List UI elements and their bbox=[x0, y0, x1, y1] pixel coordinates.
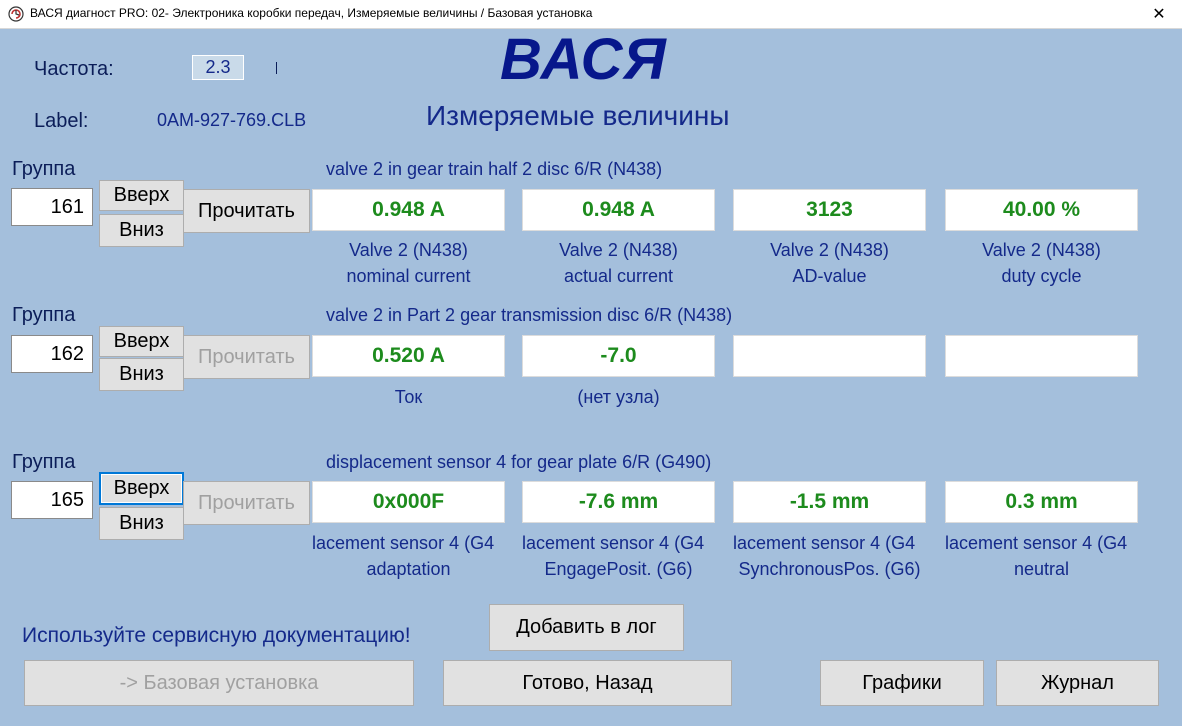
value-field: -7.0 bbox=[522, 335, 715, 377]
value-caption: lacement sensor 4 (G4 SynchronousPos. (G… bbox=[733, 530, 926, 582]
value-field: -7.6 mm bbox=[522, 481, 715, 523]
group-label: Группа bbox=[12, 304, 76, 326]
title-bar: ВАСЯ диагност PRO: 02- Электроника короб… bbox=[0, 0, 1182, 29]
frequency-value: 2.3 bbox=[192, 55, 244, 80]
group-up-button[interactable]: Вверх bbox=[99, 472, 184, 505]
caption-line: SynchronousPos. (G6) bbox=[738, 559, 921, 579]
page-title: Измеряемые величины bbox=[426, 100, 730, 131]
value-caption: lacement sensor 4 (G4 neutral bbox=[945, 530, 1138, 582]
caption-line: duty cycle bbox=[1001, 266, 1082, 286]
app-icon bbox=[8, 6, 24, 22]
group-title: displacement sensor 4 for gear plate 6/R… bbox=[326, 452, 712, 472]
window-title: ВАСЯ диагност PRO: 02- Электроника короб… bbox=[30, 6, 593, 20]
caption-line: nominal current bbox=[346, 266, 471, 286]
value-field: -1.5 mm bbox=[733, 481, 926, 523]
group-title: valve 2 in gear train half 2 disc 6/R (N… bbox=[326, 159, 663, 179]
value-field: 0.3 mm bbox=[945, 481, 1138, 523]
done-back-button[interactable]: Готово, Назад bbox=[443, 660, 732, 706]
group-number-input[interactable]: 162 bbox=[11, 335, 93, 373]
graphs-button[interactable]: Графики bbox=[820, 660, 984, 706]
read-button[interactable]: Прочитать bbox=[183, 335, 310, 379]
caption-line: Ток bbox=[394, 387, 423, 407]
caption-line: Valve 2 (N438) bbox=[559, 240, 678, 260]
value-caption: lacement sensor 4 (G4 adaptation bbox=[312, 530, 505, 582]
caption-line: adaptation bbox=[366, 559, 451, 579]
label-caption: Label: bbox=[34, 110, 89, 132]
basic-setting-button[interactable]: -> Базовая установка bbox=[24, 660, 414, 706]
value-field: 0.948 A bbox=[312, 189, 505, 231]
journal-button[interactable]: Журнал bbox=[996, 660, 1159, 706]
value-field: 0.520 A bbox=[312, 335, 505, 377]
read-button[interactable]: Прочитать bbox=[183, 189, 310, 233]
value-caption: (нет узла) bbox=[522, 384, 715, 436]
value-field: 40.00 % bbox=[945, 189, 1138, 231]
group-title: valve 2 in Part 2 gear transmission disc… bbox=[326, 305, 733, 325]
group-up-button[interactable]: Вверх bbox=[99, 180, 184, 211]
group-down-button[interactable]: Вниз bbox=[99, 214, 184, 247]
value-caption: Ток bbox=[312, 384, 505, 436]
value-field: 3123 bbox=[733, 189, 926, 231]
read-button[interactable]: Прочитать bbox=[183, 481, 310, 525]
caption-line: lacement sensor 4 (G4 bbox=[945, 533, 1128, 553]
value-field bbox=[945, 335, 1138, 377]
value-caption: Valve 2 (N438) nominal current bbox=[312, 237, 505, 289]
caption-line: Valve 2 (N438) bbox=[982, 240, 1101, 260]
value-caption: lacement sensor 4 (G4 EngagePosit. (G6) bbox=[522, 530, 715, 582]
service-doc-note: Используйте сервисную документацию! bbox=[22, 624, 411, 647]
value-field: 0x000F bbox=[312, 481, 505, 523]
group-label: Группа bbox=[12, 451, 76, 473]
group-down-button[interactable]: Вниз bbox=[99, 358, 184, 391]
caption-line: lacement sensor 4 (G4 bbox=[522, 533, 705, 553]
caption-line: Valve 2 (N438) bbox=[770, 240, 889, 260]
caption-line: Valve 2 (N438) bbox=[349, 240, 468, 260]
group-up-button[interactable]: Вверх bbox=[99, 326, 184, 357]
add-to-log-button[interactable]: Добавить в лог bbox=[489, 604, 684, 651]
group-label: Группа bbox=[12, 158, 76, 180]
caption-line: (нет узла) bbox=[577, 387, 660, 407]
close-button[interactable]: ✕ bbox=[1136, 0, 1182, 28]
frequency-indicator bbox=[276, 62, 277, 74]
frequency-label: Частота: bbox=[34, 58, 114, 80]
caption-line: lacement sensor 4 (G4 bbox=[733, 533, 916, 553]
label-file: 0AM-927-769.CLB bbox=[157, 110, 307, 130]
app-logo: ВАСЯ bbox=[500, 27, 667, 92]
value-field: 0.948 A bbox=[522, 189, 715, 231]
value-field bbox=[733, 335, 926, 377]
value-caption: Valve 2 (N438) actual current bbox=[522, 237, 715, 289]
group-number-input[interactable]: 161 bbox=[11, 188, 93, 226]
caption-line: neutral bbox=[1013, 559, 1070, 579]
value-caption: Valve 2 (N438) duty cycle bbox=[945, 237, 1138, 289]
group-number-input[interactable]: 165 bbox=[11, 481, 93, 519]
caption-line: EngagePosit. (G6) bbox=[544, 559, 693, 579]
caption-line: AD-value bbox=[792, 266, 867, 286]
caption-line: actual current bbox=[563, 266, 674, 286]
group-down-button[interactable]: Вниз bbox=[99, 507, 184, 540]
caption-line: lacement sensor 4 (G4 bbox=[312, 533, 495, 553]
value-caption: Valve 2 (N438) AD-value bbox=[733, 237, 926, 289]
close-icon: ✕ bbox=[1152, 6, 1166, 23]
